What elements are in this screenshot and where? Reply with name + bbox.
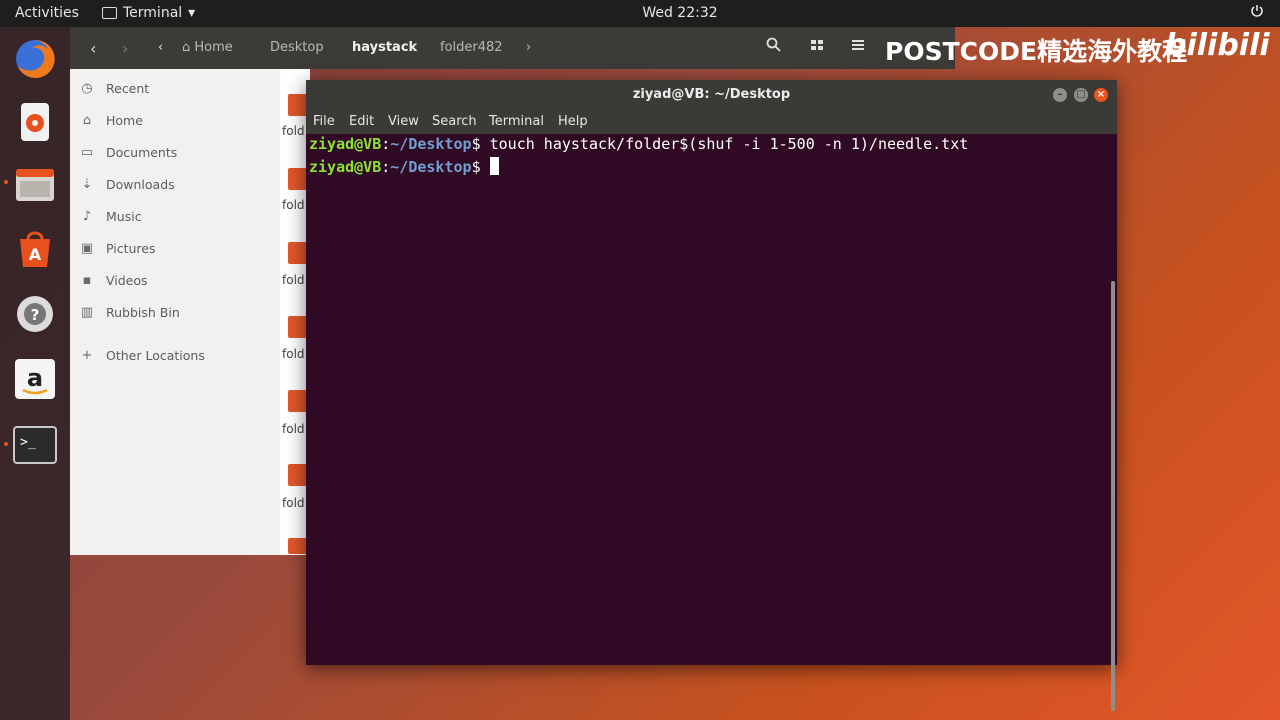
terminal-cursor [489, 157, 499, 175]
crumb-left-arrow[interactable]: ‹ [158, 40, 163, 55]
top-panel: Activities Terminal ▾ Wed 22:32 [0, 0, 1280, 27]
dock: A ? a >_ [0, 27, 70, 720]
folder-label[interactable]: fold [282, 496, 305, 510]
svg-text:>_: >_ [20, 435, 36, 450]
chevron-down-icon: ▾ [188, 5, 196, 21]
folder-icon[interactable] [288, 168, 308, 190]
back-button[interactable]: ‹ [90, 39, 96, 58]
svg-text:a: a [27, 364, 43, 392]
folder-label[interactable]: fold [282, 198, 305, 212]
maximize-icon[interactable]: □ [1074, 88, 1088, 102]
help-icon[interactable]: ? [12, 291, 58, 337]
folder-icon[interactable] [288, 94, 308, 116]
clock-icon: ◷ [81, 81, 93, 96]
sidebar-item-videos[interactable]: ▪ Videos [80, 273, 148, 288]
files-headerbar: ‹ › ‹ ⌂ Home Desktop haystack folder482 … [70, 27, 955, 69]
breadcrumb-home[interactable]: ⌂ Home [182, 40, 233, 55]
video-icon: ▪ [82, 273, 92, 288]
terminal-title: ziyad@VB: ~/Desktop [632, 87, 791, 102]
menu-view[interactable]: View [388, 114, 419, 129]
terminal-line: ziyad@VB:~/Desktop$ touch haystack/folde… [309, 135, 968, 153]
hamburger-menu-icon[interactable] [851, 37, 865, 57]
prompt-symbol: $ [471, 158, 481, 176]
prompt-symbol: $ [471, 135, 481, 153]
command-text [481, 158, 490, 176]
running-indicator [4, 442, 8, 446]
minimize-icon[interactable]: – [1053, 88, 1067, 102]
folder-icon[interactable] [288, 538, 308, 554]
rhythmbox-icon[interactable] [12, 99, 58, 145]
view-options-icon[interactable] [810, 37, 824, 57]
power-icon[interactable] [1250, 4, 1264, 22]
folder-label[interactable]: fold [282, 273, 305, 287]
menu-search[interactable]: Search [432, 114, 477, 129]
breadcrumb-folder[interactable]: folder482 [440, 40, 503, 55]
folder-label[interactable]: fold [282, 347, 305, 361]
sidebar-item-home[interactable]: ⌂ Home [80, 113, 143, 128]
files-icon[interactable] [12, 162, 58, 208]
folder-icon[interactable] [288, 242, 308, 264]
breadcrumb-haystack[interactable]: haystack [352, 40, 417, 55]
prompt-path: ~/Desktop [390, 135, 472, 153]
files-sidebar: ◷ Recent ⌂ Home ▭ Documents ⇣ Downloads ♪ Mus… [70, 69, 310, 555]
plus-icon: + [81, 348, 93, 363]
search-icon[interactable] [766, 37, 781, 57]
running-indicator [4, 180, 8, 184]
sidebar-item-documents[interactable]: ▭ Documents [80, 145, 177, 160]
folder-icon[interactable] [288, 390, 308, 412]
download-icon: ⇣ [81, 177, 93, 192]
terminal-output[interactable]: ziyad@VB:~/Desktop$ touch haystack/folde… [306, 134, 1117, 711]
music-icon: ♪ [82, 209, 92, 224]
firefox-icon[interactable] [12, 36, 58, 82]
document-icon: ▭ [80, 145, 94, 160]
app-menu[interactable]: Terminal ▾ [102, 5, 195, 21]
prompt-colon: : [381, 135, 391, 153]
trash-icon: ▥ [80, 305, 94, 320]
sidebar-item-pictures[interactable]: ▣ Pictures [80, 241, 156, 256]
terminal-menubar: File Edit View Search Terminal Help [306, 110, 1117, 134]
home-icon: ⌂ [82, 113, 92, 128]
prompt-colon: : [381, 158, 391, 176]
folder-label[interactable]: fold [282, 124, 305, 138]
terminal-icon[interactable]: >_ [12, 422, 58, 468]
menu-file[interactable]: File [313, 114, 335, 129]
command-text: touch haystack/folder$(shuf -i 1-500 -n … [480, 135, 969, 153]
svg-text:?: ? [31, 306, 40, 324]
menu-help[interactable]: Help [558, 114, 588, 129]
terminal-scrollbar[interactable] [1111, 281, 1115, 711]
crumb-right-arrow[interactable]: › [526, 40, 531, 55]
close-icon[interactable]: × [1094, 88, 1108, 102]
terminal-app-icon [102, 7, 117, 19]
terminal-line: ziyad@VB:~/Desktop$ [309, 157, 499, 176]
folder-icon[interactable] [288, 316, 308, 338]
bilibili-logo: bilibili [1165, 28, 1270, 63]
forward-button[interactable]: › [122, 39, 128, 58]
activities-button[interactable]: Activities [15, 5, 79, 21]
pictures-icon: ▣ [80, 241, 94, 256]
terminal-window[interactable]: ziyad@VB: ~/Desktop – □ × File Edit View… [306, 80, 1117, 711]
prompt-user: ziyad@VB [309, 135, 382, 153]
terminal-titlebar[interactable]: ziyad@VB: ~/Desktop – □ × [306, 80, 1117, 110]
clock[interactable]: Wed 22:32 [600, 5, 760, 21]
prompt-user: ziyad@VB [309, 158, 382, 176]
watermark-text: POSTCODE精选海外教程 [885, 37, 1188, 66]
menu-edit[interactable]: Edit [349, 114, 374, 129]
sidebar-item-other-locations[interactable]: + Other Locations [80, 348, 205, 363]
breadcrumb-desktop[interactable]: Desktop [270, 40, 324, 55]
menu-terminal[interactable]: Terminal [489, 114, 544, 129]
svg-text:A: A [29, 245, 42, 264]
prompt-path: ~/Desktop [390, 158, 472, 176]
folder-icon[interactable] [288, 464, 308, 486]
sidebar-item-music[interactable]: ♪ Music [80, 209, 142, 224]
home-icon: ⌂ [182, 40, 191, 55]
sidebar-item-recent[interactable]: ◷ Recent [80, 81, 149, 96]
sidebar-item-rubbish-bin[interactable]: ▥ Rubbish Bin [80, 305, 180, 320]
sidebar-item-downloads[interactable]: ⇣ Downloads [80, 177, 175, 192]
folder-label[interactable]: fold [282, 422, 305, 436]
software-icon[interactable]: A [12, 225, 58, 271]
amazon-icon[interactable]: a [12, 356, 58, 402]
app-menu-label: Terminal [123, 5, 183, 21]
